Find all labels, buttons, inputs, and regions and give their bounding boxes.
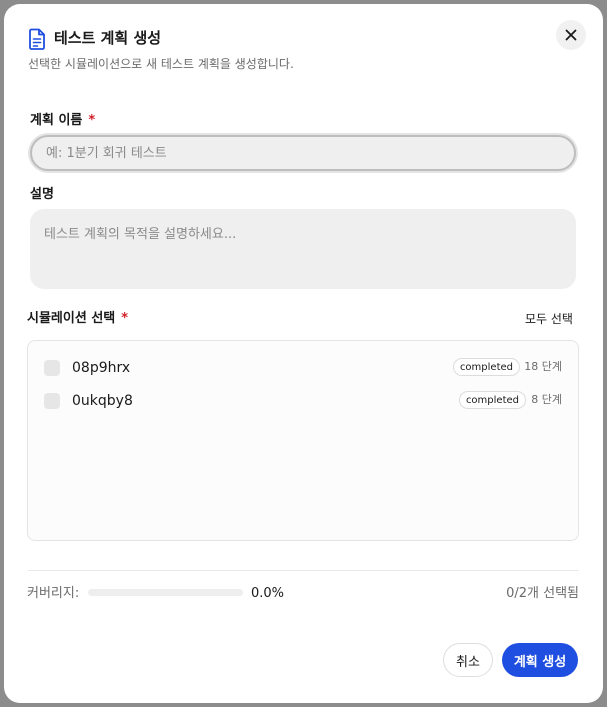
description-textarea[interactable] (30, 209, 576, 289)
simulation-list: 08p9hrx completed 18 단계 0ukqby8 complete… (27, 340, 579, 541)
description-label: 설명 (30, 187, 54, 202)
simulation-checkbox[interactable] (44, 360, 60, 376)
required-mark: * (121, 311, 129, 326)
create-test-plan-dialog: 테스트 계획 생성 선택한 시뮬레이션으로 새 테스트 계획을 생성합니다. 계… (4, 4, 603, 703)
simulation-checkbox[interactable] (44, 393, 60, 409)
simulation-item[interactable]: 08p9hrx completed 18 단계 (28, 356, 578, 380)
status-badge: completed (452, 358, 520, 376)
status-badge: completed (458, 391, 526, 409)
coverage-label: 커버리지: (27, 586, 80, 601)
simulation-name: 0ukqby8 (72, 393, 133, 409)
required-mark: * (88, 113, 96, 128)
step-count: 18 단계 (524, 360, 562, 373)
simulation-item[interactable]: 0ukqby8 completed 8 단계 (28, 389, 578, 413)
create-plan-button[interactable]: 계획 생성 (502, 643, 578, 677)
dialog-title: 테스트 계획 생성 (54, 29, 162, 47)
coverage-progress-bar (88, 589, 243, 596)
simulation-select-label: 시뮬레이션 선택 * (27, 311, 129, 326)
footer-divider (28, 570, 579, 571)
step-count: 8 단계 (531, 393, 562, 406)
select-all-button[interactable]: 모두 선택 (525, 311, 573, 327)
cancel-button[interactable]: 취소 (443, 643, 493, 677)
close-icon (565, 29, 577, 41)
dialog-subtitle: 선택한 시뮬레이션으로 새 테스트 계획을 생성합니다. (28, 57, 294, 71)
close-button[interactable] (556, 20, 586, 50)
coverage-value: 0.0% (251, 586, 285, 601)
simulation-name: 08p9hrx (72, 360, 131, 376)
document-icon (29, 28, 45, 50)
plan-name-label: 계획 이름 * (30, 113, 96, 128)
plan-name-input[interactable] (30, 135, 576, 171)
selected-count: 0/2개 선택됨 (506, 586, 579, 601)
